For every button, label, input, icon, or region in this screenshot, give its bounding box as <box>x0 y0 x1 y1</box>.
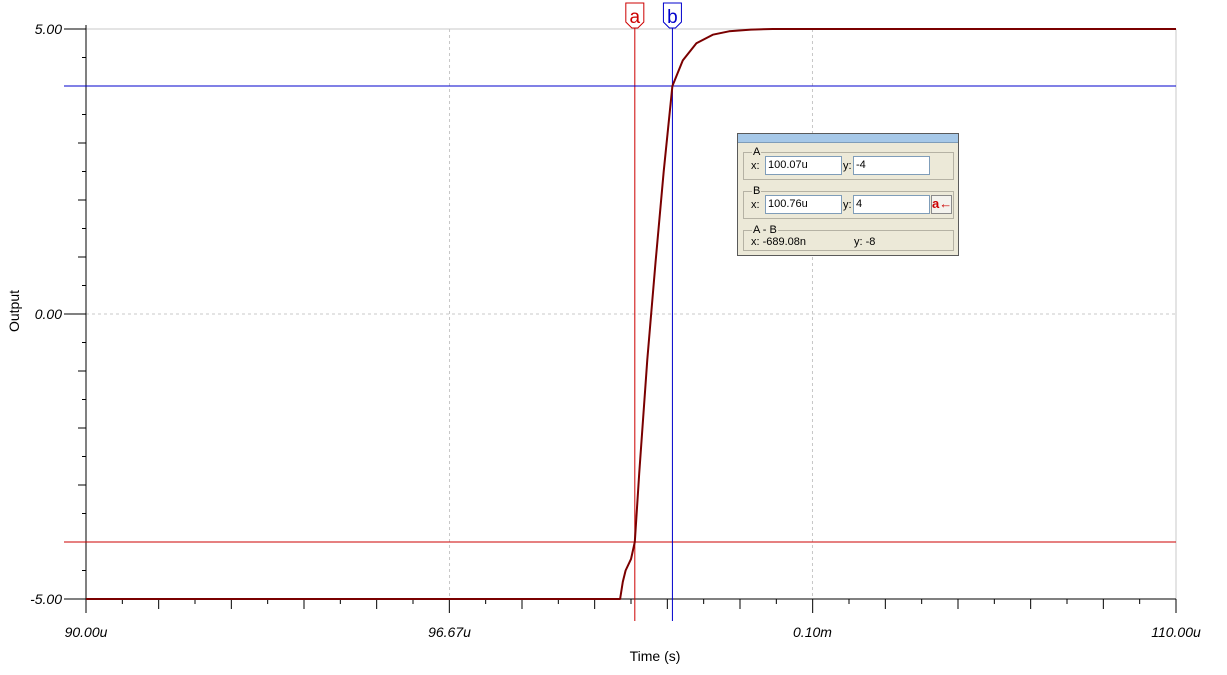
ticks <box>64 28 1177 613</box>
chart: 90.00u 96.67u 0.10m 110.00u 5.00 0.00 -5.00 Ou… <box>6 2 1201 664</box>
swap-cursor-button[interactable]: a← <box>931 195 952 214</box>
cursor-a-y-label: y: <box>843 160 852 172</box>
y-axis-label: Output <box>6 290 22 332</box>
cursor-a-group-label: A <box>752 146 762 158</box>
cursor-a-group: A x: 100.07u y: -4 <box>743 147 954 180</box>
cursor-tags: ab <box>625 2 682 29</box>
x-tick-label: 0.10m <box>793 624 832 640</box>
cursor-b-y-field[interactable]: 4 <box>853 195 930 214</box>
cursor-lines <box>64 22 1176 621</box>
cursor-a-y-field[interactable]: -4 <box>853 156 930 175</box>
cursor-a-tag: a <box>625 2 645 29</box>
y-tick-label: 0.00 <box>35 306 62 322</box>
cursor-b-y-label: y: <box>843 199 852 211</box>
difference-group-label: A - B <box>752 224 778 236</box>
x-tick-label: 90.00u <box>65 624 108 640</box>
cursor-b-group: B x: 100.76u y: 4 <box>743 186 954 219</box>
tick-labels: 90.00u 96.67u 0.10m 110.00u 5.00 0.00 -5.00 <box>30 21 1201 640</box>
difference-group: A - B x: -689.08n y: -8 <box>743 225 954 251</box>
cursor-panel[interactable]: A x: 100.07u y: -4 B x: 100.76u y: 4 a← … <box>737 133 959 256</box>
x-axis-label: Time (s) <box>630 648 681 664</box>
difference-x-value: x: -689.08n <box>751 236 807 248</box>
cursor-b-tag: b <box>662 2 682 29</box>
cursor-a-x-field[interactable]: 100.07u <box>765 156 842 175</box>
cursor-b-x-label: x: <box>751 199 760 211</box>
cursor-b-group-label: B <box>752 185 762 197</box>
y-tick-label: 5.00 <box>35 21 62 37</box>
difference-y-value: y: -8 <box>854 236 876 248</box>
cursor-b-x-field[interactable]: 100.76u <box>765 195 842 214</box>
x-tick-label: 96.67u <box>428 624 471 640</box>
axes <box>85 25 1176 600</box>
cursor-a-tag-label: a <box>630 7 641 28</box>
grid <box>86 28 1177 599</box>
x-tick-label: 110.00u <box>1151 624 1201 640</box>
cursor-a-x-label: x: <box>751 160 760 172</box>
cursor-panel-titlebar[interactable] <box>738 134 958 143</box>
y-tick-label: -5.00 <box>30 591 62 607</box>
cursor-b-tag-label: b <box>667 7 678 28</box>
